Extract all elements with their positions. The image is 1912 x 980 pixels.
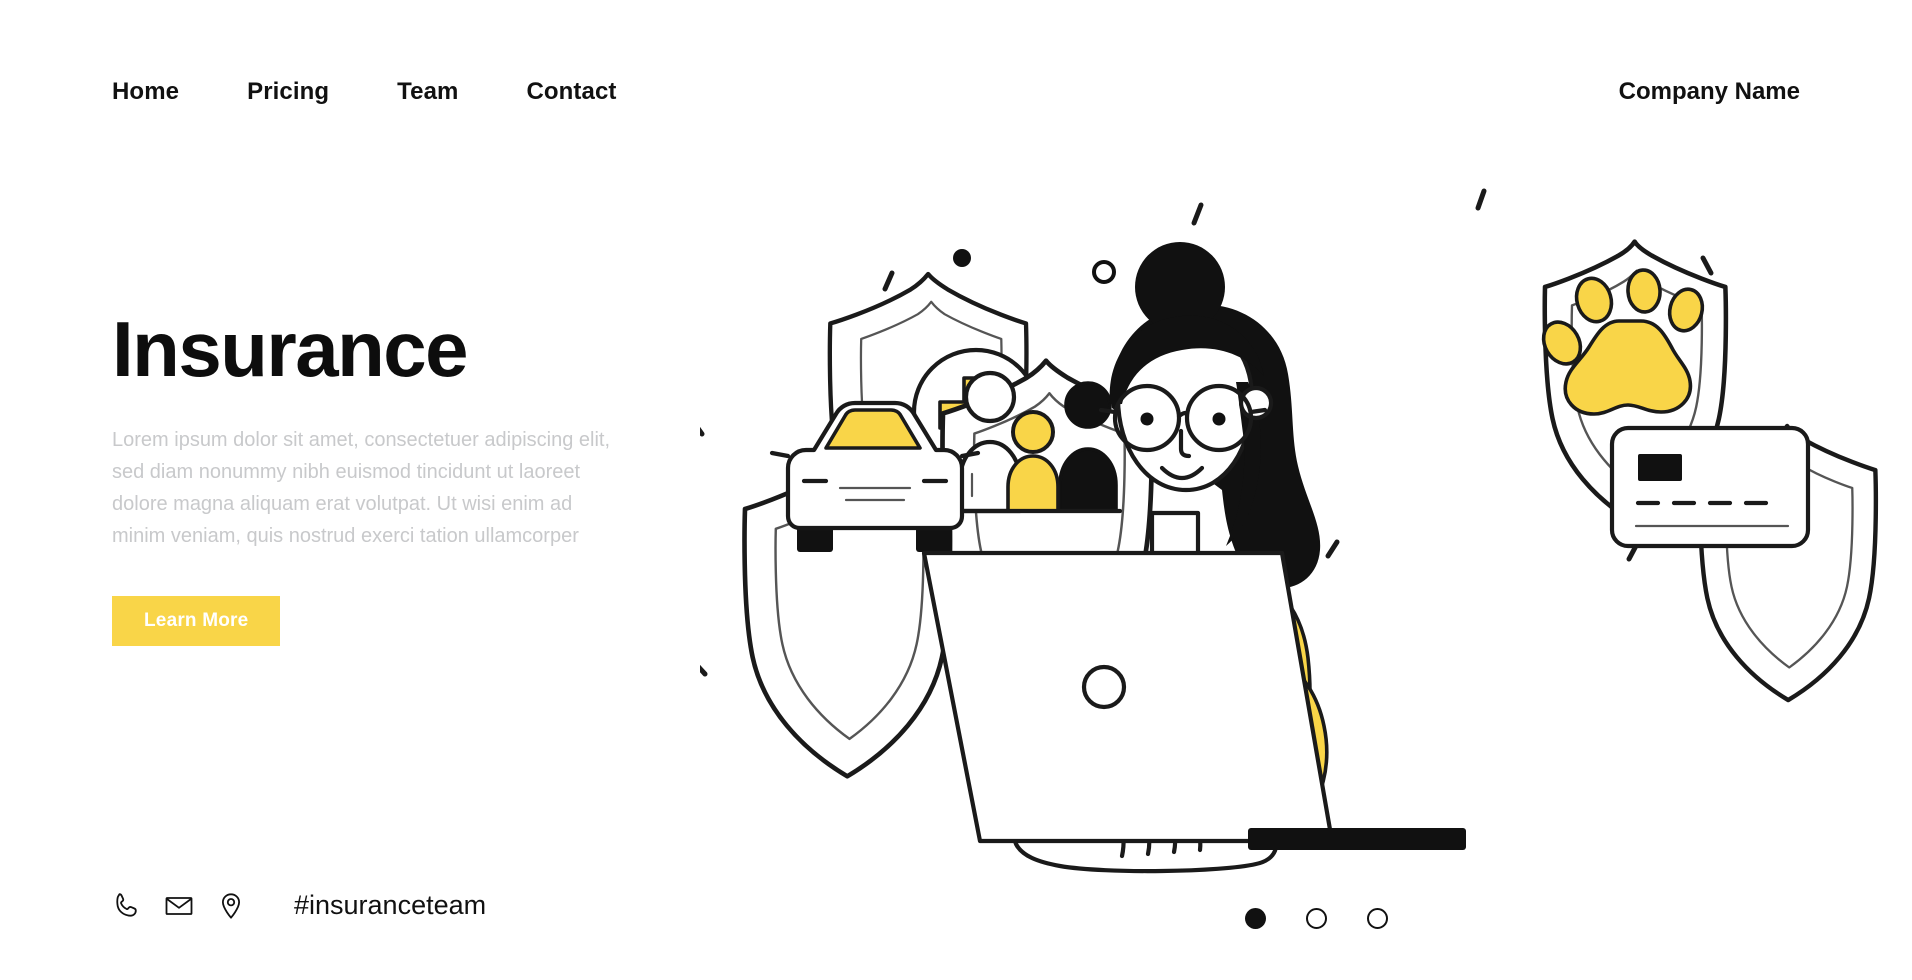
nav-link-pricing[interactable]: Pricing [247, 78, 329, 106]
nav-link-team[interactable]: Team [397, 78, 458, 106]
envelope-icon[interactable] [164, 891, 194, 921]
location-pin-icon[interactable] [216, 891, 246, 921]
landing-page: Home Pricing Team Contact Company Name I… [0, 0, 1912, 980]
phone-icon[interactable] [112, 891, 142, 921]
learn-more-button[interactable]: Learn More [112, 596, 281, 646]
primary-navigation: Home Pricing Team Contact [112, 78, 617, 106]
laptop [921, 550, 1466, 850]
hero-description: Lorem ipsum dolor sit amet, consectetuer… [112, 429, 611, 547]
insurance-hero-illustration: .ln { fill:none; stroke:#1a1a1a; stroke-… [700, 150, 1912, 940]
navbar: Home Pricing Team Contact Company Name [0, 0, 1912, 150]
credit-card-icon [1609, 425, 1811, 549]
company-logo-text[interactable]: Company Name [1619, 78, 1800, 106]
contact-bar: #insuranceteam [112, 890, 486, 921]
social-hashtag[interactable]: #insuranceteam [294, 890, 486, 921]
payment-shield [1609, 423, 1879, 703]
page-title: Insurance [112, 305, 468, 393]
nav-link-contact[interactable]: Contact [526, 78, 616, 106]
nav-link-home[interactable]: Home [112, 78, 179, 106]
hero-copy-block: Insurance Lorem ipsum dolor sit amet, co… [112, 310, 632, 646]
